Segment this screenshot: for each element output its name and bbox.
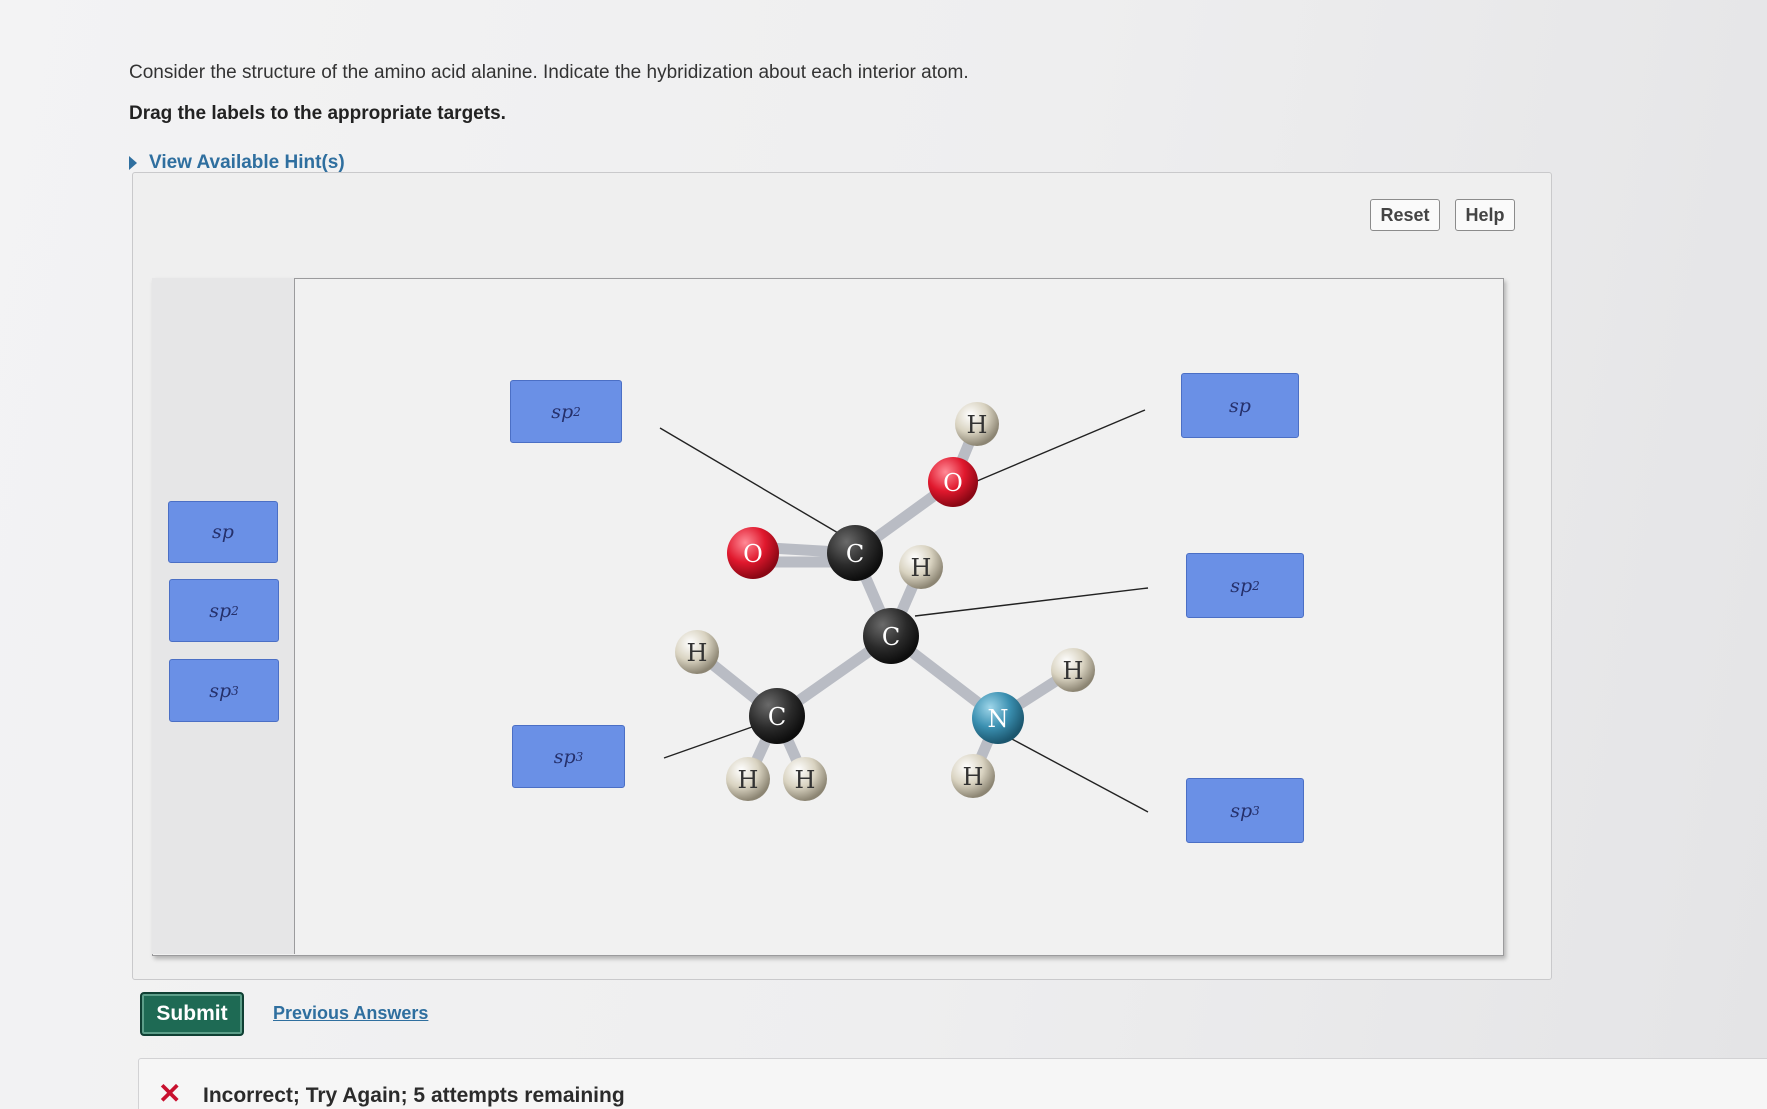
submit-button[interactable]: Submit xyxy=(140,992,244,1036)
leader-line xyxy=(1009,737,1149,813)
hydrogen-atom: H xyxy=(1051,648,1095,692)
oxygen-atom: O xyxy=(928,457,978,507)
hydrogen-atom: H xyxy=(951,754,995,798)
svg-text:H: H xyxy=(738,766,759,794)
hydrogen-atom: H xyxy=(675,630,719,674)
svg-text:H: H xyxy=(795,766,816,794)
previous-answers-link[interactable]: Previous Answers xyxy=(273,1003,428,1024)
hydrogen-atom: H xyxy=(955,402,999,446)
svg-text:H: H xyxy=(963,763,984,791)
svg-text:C: C xyxy=(768,703,786,731)
molecule-diagram: H O O C H C H H C N H H H xyxy=(659,402,1149,813)
assignment-page: Consider the structure of the amino acid… xyxy=(0,0,1767,1109)
hydrogen-atom: H xyxy=(783,757,827,801)
svg-text:N: N xyxy=(988,705,1009,733)
oxygen-atom: O xyxy=(727,527,779,579)
carbon-atom: C xyxy=(749,688,805,744)
svg-text:H: H xyxy=(687,639,708,667)
svg-text:H: H xyxy=(1063,657,1084,685)
leader-line xyxy=(914,587,1149,617)
carbon-atom: C xyxy=(863,608,919,664)
carbon-atom: C xyxy=(827,525,883,581)
feedback-text: Incorrect; Try Again; 5 attempts remaini… xyxy=(203,1084,625,1107)
svg-text:H: H xyxy=(911,554,932,582)
svg-text:O: O xyxy=(943,469,963,497)
nitrogen-atom: N xyxy=(972,692,1024,744)
x-icon: ✕ xyxy=(158,1078,182,1109)
svg-text:O: O xyxy=(743,540,763,568)
hydrogen-atom: H xyxy=(899,545,943,589)
leader-line xyxy=(663,726,753,759)
leader-line xyxy=(659,427,851,541)
svg-text:C: C xyxy=(846,540,864,568)
hydrogen-atom: H xyxy=(726,757,770,801)
svg-text:H: H xyxy=(967,411,988,439)
svg-text:C: C xyxy=(882,623,900,651)
